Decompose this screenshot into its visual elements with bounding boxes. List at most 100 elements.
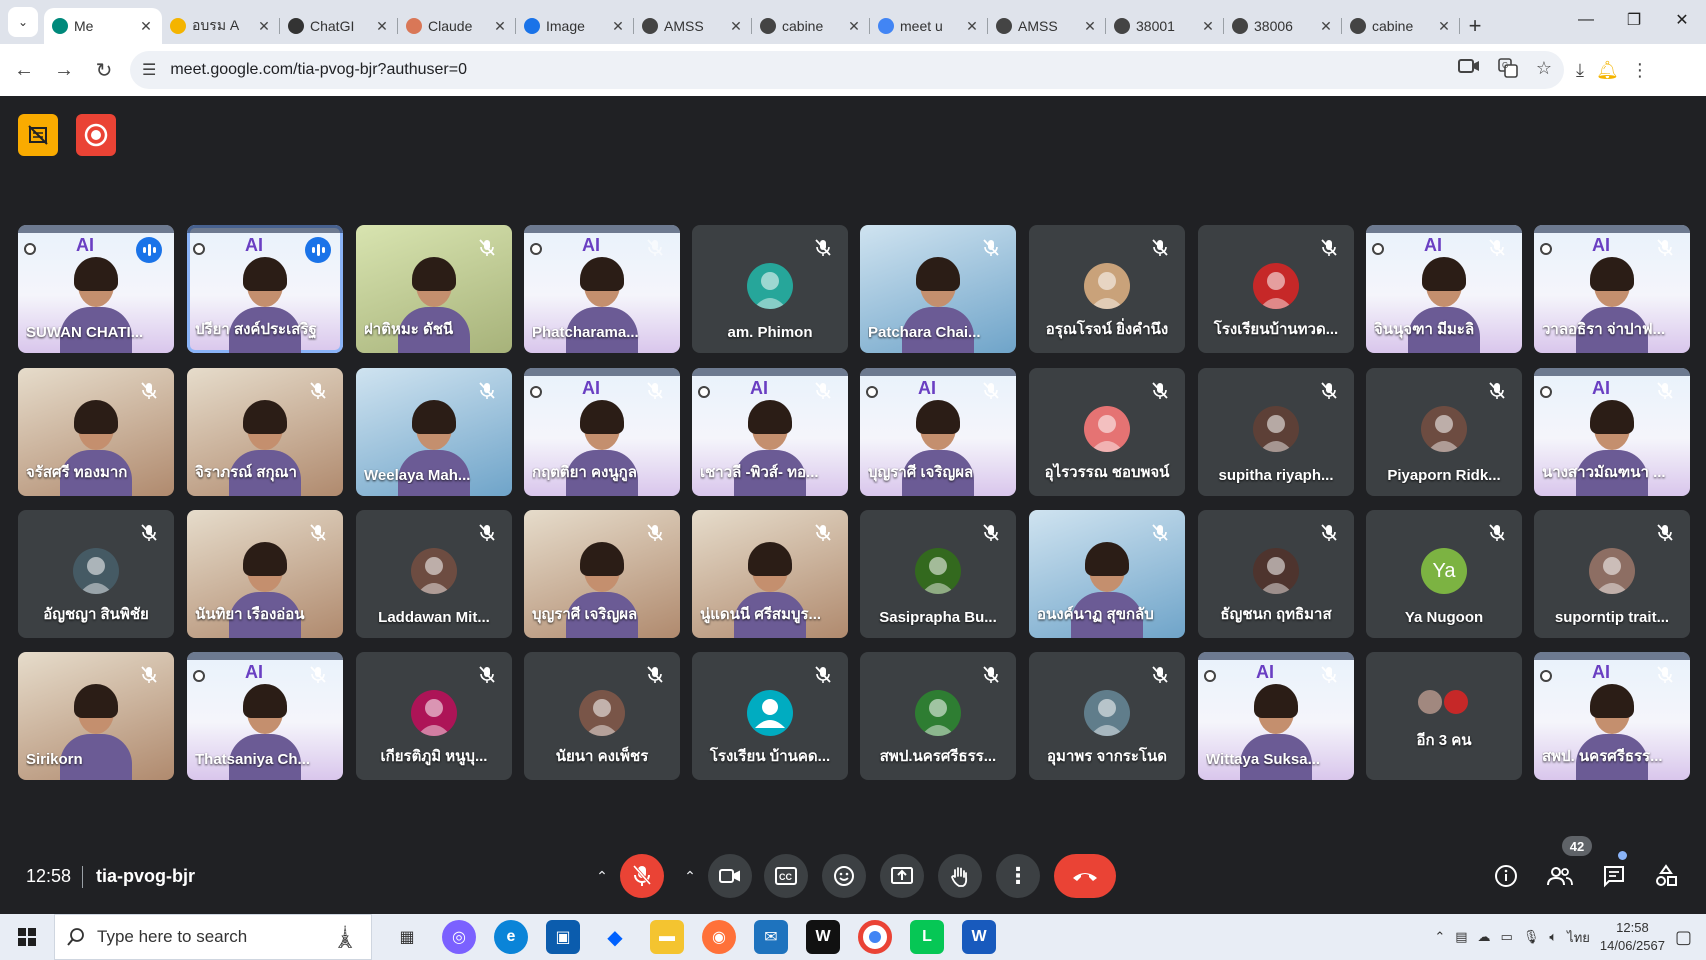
tab-close-icon[interactable]: ✕ xyxy=(964,18,980,35)
translate-icon[interactable]: G xyxy=(1498,57,1518,83)
participant-tile[interactable]: นันทิยา เรืองอ่อน xyxy=(187,510,343,638)
browser-tab[interactable]: Claude ✕ xyxy=(398,8,516,44)
participant-tile[interactable]: บุญราศี เจริญผล xyxy=(524,510,680,638)
participant-tile[interactable]: เกียรติภูมิ หนูบุ... xyxy=(356,652,512,780)
tray-app-icon[interactable]: ▤ xyxy=(1455,929,1467,945)
tab-close-icon[interactable]: ✕ xyxy=(256,18,272,35)
camera-in-use-icon[interactable] xyxy=(1457,58,1480,83)
participant-tile[interactable]: AI จินนุจฑา มีมะลิ xyxy=(1366,225,1522,353)
participant-tile[interactable]: AI เชาวลี -พิวส์- ทอ... xyxy=(692,368,848,496)
tab-close-icon[interactable]: ✕ xyxy=(492,18,508,35)
browser-tab[interactable]: 38006 ✕ xyxy=(1224,8,1342,44)
people-button[interactable] xyxy=(1544,860,1576,892)
chat-button[interactable] xyxy=(1598,860,1630,892)
close-window-icon[interactable]: ✕ xyxy=(1658,0,1706,40)
tab-close-icon[interactable]: ✕ xyxy=(610,18,626,35)
bookmark-star-icon[interactable]: ☆ xyxy=(1536,58,1552,83)
participant-tile[interactable]: นัยนา คงเพ็ชร xyxy=(524,652,680,780)
participant-tile[interactable]: AI วาลอธิรา จ่าปาฟ... xyxy=(1534,225,1690,353)
tray-chevron-icon[interactable]: ⌃ xyxy=(1434,929,1445,945)
more-options-button[interactable]: ⋮ xyxy=(996,854,1040,898)
browser-tab[interactable]: Image ✕ xyxy=(516,8,634,44)
participant-tile[interactable]: อัญชญา สินพิชัย xyxy=(18,510,174,638)
tab-close-icon[interactable]: ✕ xyxy=(846,18,862,35)
reactions-button[interactable] xyxy=(822,854,866,898)
captions-button[interactable]: CC xyxy=(764,854,808,898)
participant-tile[interactable]: AI Phatcharama... xyxy=(524,225,680,353)
tab-close-icon[interactable]: ✕ xyxy=(1436,18,1452,35)
task-view-icon[interactable]: ▦ xyxy=(390,920,424,954)
participant-tile[interactable]: Laddawan Mit... xyxy=(356,510,512,638)
participant-tile[interactable]: suporntip trait... xyxy=(1534,510,1690,638)
firefox-icon[interactable]: ◉ xyxy=(702,920,736,954)
raise-hand-button[interactable] xyxy=(938,854,982,898)
browser-tab[interactable]: อบรม A ✕ xyxy=(162,8,280,44)
participant-tile[interactable]: ฝาติหมะ ดัชนี xyxy=(356,225,512,353)
browser-tab[interactable]: AMSS ✕ xyxy=(634,8,752,44)
url-text[interactable]: meet.google.com/tia-pvog-bjr?authuser=0 xyxy=(170,61,467,79)
present-screen-button[interactable] xyxy=(880,854,924,898)
participant-tile[interactable]: AI Thatsaniya Ch... xyxy=(187,652,343,780)
browser-tab[interactable]: meet u ✕ xyxy=(870,8,988,44)
participant-tile[interactable]: Ya Ya Nugoon xyxy=(1366,510,1522,638)
recording-consent-icon[interactable] xyxy=(18,114,58,156)
leave-call-button[interactable] xyxy=(1054,854,1116,898)
site-settings-icon[interactable]: ☰ xyxy=(142,60,156,80)
participant-tile[interactable]: โรงเรียนบ้านทวด... xyxy=(1198,225,1354,353)
word-icon[interactable]: W xyxy=(962,920,996,954)
tab-close-icon[interactable]: ✕ xyxy=(138,18,154,35)
tab-search-chevron-icon[interactable]: ⌄ xyxy=(8,7,38,37)
participant-tile[interactable]: สพป.นครศรีธรร... xyxy=(860,652,1016,780)
store-icon[interactable]: ▣ xyxy=(546,920,580,954)
participant-tile[interactable]: Patchara Chai... xyxy=(860,225,1016,353)
tab-close-icon[interactable]: ✕ xyxy=(1082,18,1098,35)
participant-tile[interactable]: AI ปรียา สงค์ประเสริฐ xyxy=(187,225,343,353)
new-tab-button[interactable]: + xyxy=(1460,8,1490,44)
volume-icon[interactable]: 🔈︎ xyxy=(1549,929,1557,945)
participant-tile[interactable]: AI สพป. นครศรีธรร... xyxy=(1534,652,1690,780)
participant-tile[interactable]: AI กฤตติยา คงนูกูล xyxy=(524,368,680,496)
line-icon[interactable]: L xyxy=(910,920,944,954)
chrome-icon[interactable] xyxy=(858,920,892,954)
dropbox-icon[interactable]: ◆ xyxy=(598,920,632,954)
windows-start-icon[interactable] xyxy=(0,914,54,960)
menu-dots-icon[interactable]: ⋮ xyxy=(1631,60,1649,81)
tab-close-icon[interactable]: ✕ xyxy=(1200,18,1216,35)
browser-tab[interactable]: AMSS ✕ xyxy=(988,8,1106,44)
input-language[interactable]: ไทย xyxy=(1567,927,1590,948)
browser-tab[interactable]: 38001 ✕ xyxy=(1106,8,1224,44)
network-icon[interactable]: ☁ xyxy=(1478,929,1491,945)
recording-indicator-icon[interactable] xyxy=(76,114,116,156)
participant-tile[interactable]: นู่แดนนี ศรีสมบูร... xyxy=(692,510,848,638)
participant-tile[interactable]: อุมาพร จากระโนด xyxy=(1029,652,1185,780)
participant-tile[interactable]: Piyaporn Ridk... xyxy=(1366,368,1522,496)
browser-tab[interactable]: Me ✕ xyxy=(44,8,162,44)
participant-tile[interactable]: Sirikorn xyxy=(18,652,174,780)
tab-close-icon[interactable]: ✕ xyxy=(728,18,744,35)
download-icon[interactable]: ⤓ xyxy=(1576,60,1584,81)
browser-tab[interactable]: cabine ✕ xyxy=(1342,8,1460,44)
participant-tile[interactable]: supitha riyaph... xyxy=(1198,368,1354,496)
mic-tray-icon[interactable]: 🎙︎ xyxy=(1523,929,1540,945)
browser-tab[interactable]: cabine ✕ xyxy=(752,8,870,44)
back-icon[interactable]: ← xyxy=(4,50,44,90)
participant-tile[interactable]: AI Wittaya Suksa... xyxy=(1198,652,1354,780)
participant-tile[interactable]: AI นางสาวมัณฑนา ... xyxy=(1534,368,1690,496)
mail-icon[interactable]: ✉ xyxy=(754,920,788,954)
video-options-chevron-icon[interactable]: ⌃ xyxy=(678,868,702,885)
copilot-icon[interactable]: ◎ xyxy=(442,920,476,954)
battery-icon[interactable]: ▭ xyxy=(1501,929,1513,945)
participant-tile[interactable]: โรงเรียน บ้านคด... xyxy=(692,652,848,780)
audio-options-chevron-icon[interactable]: ⌃ xyxy=(590,868,614,885)
browser-tab[interactable]: ChatGI ✕ xyxy=(280,8,398,44)
participant-tile[interactable]: อรุณโรจน์ ยิ่งคำนึง xyxy=(1029,225,1185,353)
participant-tile[interactable]: ธัญชนก ฤทธิมาส xyxy=(1198,510,1354,638)
file-explorer-icon[interactable]: ▬ xyxy=(650,920,684,954)
participant-tile[interactable]: อนงค์นาฏ สุขกลับ xyxy=(1029,510,1185,638)
participant-tile[interactable]: Weelaya Mah... xyxy=(356,368,512,496)
participant-tile[interactable]: Sasiprapha Bu... xyxy=(860,510,1016,638)
participant-tile[interactable]: am. Phimon xyxy=(692,225,848,353)
taskbar-search-box[interactable]: Type here to search 🗼︎ xyxy=(54,914,372,960)
tab-close-icon[interactable]: ✕ xyxy=(374,18,390,35)
tab-close-icon[interactable]: ✕ xyxy=(1318,18,1334,35)
